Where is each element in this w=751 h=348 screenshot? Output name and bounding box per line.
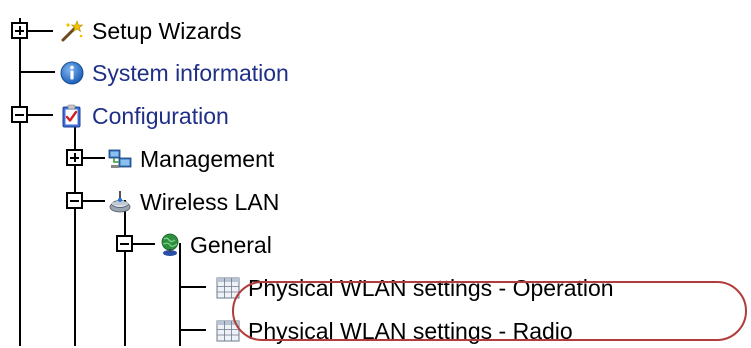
network-computers-icon — [108, 147, 132, 171]
table-icon — [216, 276, 240, 300]
info-icon — [60, 61, 84, 85]
tree-connector — [28, 30, 53, 32]
tree-item-system-information[interactable]: System information — [60, 56, 289, 90]
tree-item-management[interactable]: Management — [108, 142, 274, 176]
tree-item-setup-wizards[interactable]: Setup Wizards — [60, 14, 242, 48]
tree-item-wireless-lan[interactable]: Wireless LAN — [108, 185, 279, 219]
tree-item-label: Management — [140, 145, 275, 172]
tree-connector — [133, 243, 155, 245]
tree-item-configuration[interactable]: Configuration — [60, 99, 229, 133]
expand-management[interactable] — [66, 149, 83, 166]
tree-item-label: Configuration — [92, 102, 229, 129]
clipboard-check-icon — [60, 104, 84, 128]
tree-connector — [19, 18, 21, 346]
tree-connector — [28, 114, 53, 116]
expand-setup-wizards[interactable] — [11, 22, 28, 39]
tree-connector — [83, 200, 105, 202]
table-icon — [216, 319, 240, 343]
tree-connector — [124, 200, 126, 346]
tree-item-label: Physical WLAN settings - Operation — [248, 274, 614, 301]
tree-connector — [180, 329, 206, 331]
tree-item-wlan-radio[interactable]: Physical WLAN settings - Radio — [216, 314, 573, 348]
tree-item-general[interactable]: General — [158, 228, 272, 262]
tree-item-label: System information — [92, 59, 289, 86]
tree-item-wlan-operation[interactable]: Physical WLAN settings - Operation — [216, 271, 614, 305]
tree-connector — [74, 113, 76, 346]
navigation-tree: Setup Wizards System information Configu… — [0, 0, 751, 346]
collapse-general[interactable] — [116, 235, 133, 252]
wand-icon — [60, 19, 84, 43]
tree-connector — [83, 157, 105, 159]
tree-item-label: General — [190, 231, 272, 258]
collapse-configuration[interactable] — [11, 106, 28, 123]
collapse-wireless-lan[interactable] — [66, 192, 83, 209]
tree-connector — [20, 71, 55, 73]
tree-item-label: Wireless LAN — [140, 188, 280, 215]
tree-item-label: Physical WLAN settings - Radio — [248, 317, 573, 344]
tree-connector — [180, 286, 206, 288]
tree-item-label: Setup Wizards — [92, 17, 242, 44]
antenna-icon — [108, 190, 132, 214]
globe-user-icon — [158, 233, 182, 257]
